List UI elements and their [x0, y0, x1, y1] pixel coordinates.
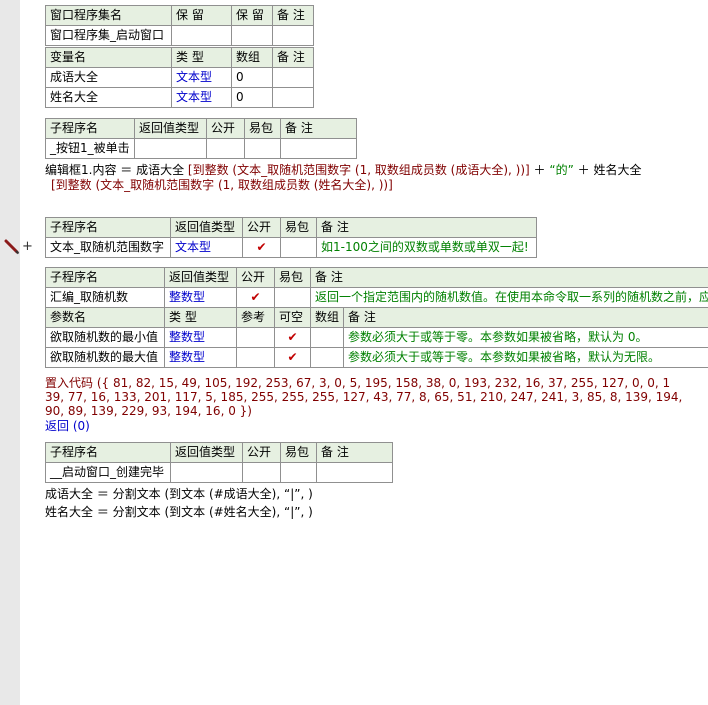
pencil-icon[interactable]: [4, 239, 20, 255]
header-optional: 可空: [274, 307, 311, 328]
subroutine-name-cell[interactable]: 汇编_取随机数: [45, 287, 165, 308]
easy-pack-cell[interactable]: [244, 138, 281, 159]
remark-cell[interactable]: 如1-100之间的双数或单数或单双一起!: [316, 237, 537, 258]
remark-cell[interactable]: [272, 25, 314, 46]
param-reference-cell[interactable]: [236, 327, 275, 348]
code-line-split-idioms[interactable]: 成语大全 ＝ 分割文本 (到文本 (#成语大全), “|”, ): [45, 486, 313, 502]
subroutine-table-window-created: 子程序名 返回值类型 公开 易包 备 注 __启动窗口_创建完毕: [45, 442, 393, 483]
header-public: 公开: [206, 118, 245, 139]
header-reference: 参考: [236, 307, 275, 328]
header-reserved-2: 保 留: [231, 5, 273, 26]
code-name-var: ＋ 姓名大全: [577, 163, 642, 177]
variable-type-cell[interactable]: 文本型: [171, 67, 232, 88]
subroutine-table-asm-random: 子程序名 返回值类型 公开 易包 备 注 汇编_取随机数 整数型 ✔ 返回一个指…: [45, 267, 708, 368]
header-return-type: 返回值类型: [170, 442, 243, 463]
subroutine-table-button-click: 子程序名 返回值类型 公开 易包 备 注 _按钮1_被单击: [45, 118, 357, 159]
header-type: 类 型: [171, 47, 232, 68]
return-type-cell[interactable]: [134, 138, 207, 159]
header-remark: 备 注: [280, 118, 357, 139]
remark-cell[interactable]: 返回一个指定范围内的随机数值。在使用本命令取一系列的随机数之前，应: [309, 287, 708, 308]
return-type-cell[interactable]: 整数型: [164, 287, 237, 308]
reserved-cell-2[interactable]: [231, 25, 273, 46]
param-reference-cell[interactable]: [236, 347, 275, 368]
header-subroutine-name: 子程序名: [45, 217, 171, 238]
header-return-type: 返回值类型: [134, 118, 207, 139]
return-type-cell[interactable]: [170, 462, 243, 483]
header-subroutine-name: 子程序名: [45, 118, 135, 139]
subroutine-name-cell[interactable]: __启动窗口_创建完毕: [45, 462, 171, 483]
header-remark: 备 注: [272, 47, 314, 68]
return-type-cell[interactable]: 文本型: [170, 237, 243, 258]
header-return-type: 返回值类型: [164, 267, 237, 288]
code-line-return[interactable]: 返回 (0): [45, 418, 90, 434]
param-remark-cell[interactable]: 参数必须大于或等于零。本参数如果被省略，默认为 0。: [342, 327, 708, 348]
editor-gutter: [0, 0, 20, 705]
code-line-index-expression[interactable]: [到整数 (文本_取随机范围数字 (1, 取数组成员数 (姓名大全), ))]: [51, 177, 393, 193]
param-type-cell[interactable]: 整数型: [164, 327, 237, 348]
header-array: 数组: [310, 307, 344, 328]
header-public: 公开: [242, 217, 281, 238]
easy-pack-cell[interactable]: [280, 462, 317, 483]
header-array: 数组: [231, 47, 273, 68]
header-public: 公开: [236, 267, 275, 288]
param-name-cell[interactable]: 欲取随机数的最大值: [45, 347, 165, 368]
header-subroutine-name: 子程序名: [45, 267, 165, 288]
code-index-expression: [到整数 (文本_取随机范围数字 (1, 取数组成员数 (成语大全), ))]: [187, 163, 530, 177]
header-param-name: 参数名: [45, 307, 165, 328]
subroutine-table-random-range: 子程序名 返回值类型 公开 易包 备 注 文本_取随机范围数字 文本型 ✔ 如1…: [45, 217, 537, 258]
header-easy-pack: 易包: [274, 267, 311, 288]
header-remark: 备 注: [316, 217, 537, 238]
code-line-assign-edit[interactable]: 编辑框1.内容 ＝ 成语大全 [到整数 (文本_取随机范围数字 (1, 取数组成…: [45, 162, 641, 178]
code-line-split-names[interactable]: 姓名大全 ＝ 分割文本 (到文本 (#姓名大全), “|”, ): [45, 504, 313, 520]
header-remark: 备 注: [342, 307, 708, 328]
code-assign-target: 编辑框1.内容 ＝ 成语大全: [45, 163, 185, 177]
variable-type-cell[interactable]: 文本型: [171, 87, 232, 108]
reserved-cell-1[interactable]: [171, 25, 232, 46]
header-reserved-1: 保 留: [171, 5, 232, 26]
variable-remark-cell[interactable]: [272, 67, 314, 88]
header-subroutine-name: 子程序名: [45, 442, 171, 463]
param-name-cell[interactable]: 欲取随机数的最小值: [45, 327, 165, 348]
variable-table: 变量名 类 型 数组 备 注 成语大全 文本型 0 姓名大全 文本型 0: [45, 47, 314, 108]
param-remark-cell[interactable]: 参数必须大于或等于零。本参数如果被省略，默认为无限。: [342, 347, 708, 368]
code-string-literal: “的”: [549, 163, 574, 177]
header-easy-pack: 易包: [280, 442, 317, 463]
header-return-type: 返回值类型: [170, 217, 243, 238]
variable-name-cell[interactable]: 姓名大全: [45, 87, 172, 108]
header-variable-name: 变量名: [45, 47, 172, 68]
header-easy-pack: 易包: [280, 217, 317, 238]
subroutine-name-cell[interactable]: 文本_取随机范围数字: [45, 237, 171, 258]
code-plus-operator: ＋: [533, 163, 546, 177]
param-optional-check-icon[interactable]: ✔: [274, 347, 311, 368]
header-easy-pack: 易包: [244, 118, 281, 139]
param-array-cell[interactable]: [310, 347, 344, 368]
public-cell[interactable]: [242, 462, 281, 483]
remark-cell[interactable]: [280, 138, 357, 159]
variable-array-cell[interactable]: 0: [231, 87, 273, 108]
header-remark: 备 注: [309, 267, 708, 288]
header-public: 公开: [242, 442, 281, 463]
public-cell[interactable]: [206, 138, 245, 159]
header-program-set-name: 窗口程序集名: [45, 5, 172, 26]
variable-array-cell[interactable]: 0: [231, 67, 273, 88]
header-remark: 备 注: [272, 5, 314, 26]
param-optional-check-icon[interactable]: ✔: [274, 327, 311, 348]
expand-plus-icon[interactable]: +: [22, 239, 33, 254]
public-check-icon[interactable]: ✔: [242, 237, 281, 258]
header-param-type: 类 型: [164, 307, 237, 328]
program-set-table: 窗口程序集名 保 留 保 留 备 注 窗口程序集_启动窗口: [45, 5, 314, 46]
easy-pack-cell[interactable]: [280, 237, 317, 258]
subroutine-name-cell[interactable]: _按钮1_被单击: [45, 138, 135, 159]
program-set-name-cell[interactable]: 窗口程序集_启动窗口: [45, 25, 172, 46]
header-remark: 备 注: [316, 442, 393, 463]
remark-cell[interactable]: [316, 462, 393, 483]
param-array-cell[interactable]: [310, 327, 344, 348]
param-type-cell[interactable]: 整数型: [164, 347, 237, 368]
variable-name-cell[interactable]: 成语大全: [45, 67, 172, 88]
easy-pack-cell[interactable]: [274, 287, 311, 308]
public-check-icon[interactable]: ✔: [236, 287, 275, 308]
variable-remark-cell[interactable]: [272, 87, 314, 108]
code-line-inline-asm-3[interactable]: 90, 89, 139, 229, 93, 194, 16, 0 }): [45, 403, 252, 419]
